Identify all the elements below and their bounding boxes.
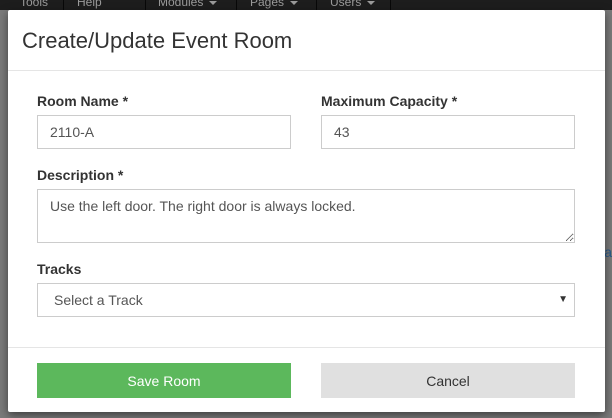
caret-down-icon — [367, 0, 376, 5]
nav-divider — [390, 0, 391, 10]
create-event-room-modal: Create/Update Event Room Room Name * Max… — [8, 10, 605, 412]
room-name-input[interactable] — [37, 115, 291, 149]
caret-down-icon — [290, 0, 299, 5]
nav-item-label: Help — [77, 0, 102, 9]
tracks-label: Tracks — [37, 261, 82, 277]
nav-divider — [316, 0, 317, 10]
nav-divider — [145, 0, 146, 10]
nav-item-label: Tools — [20, 0, 49, 9]
max-capacity-input[interactable] — [321, 115, 575, 149]
nav-item-label: Modules — [158, 0, 204, 9]
tracks-select[interactable]: Select a Track ▼ — [37, 283, 575, 317]
nav-item-pages[interactable]: Pages — [250, 0, 299, 10]
description-textarea[interactable]: Use the left door. The right door is alw… — [37, 189, 575, 243]
nav-divider — [63, 0, 64, 10]
max-capacity-label: Maximum Capacity * — [321, 93, 458, 109]
nav-item-label: Users — [330, 0, 362, 9]
nav-item-help[interactable]: Help — [77, 0, 102, 10]
nav-item-label: Pages — [250, 0, 285, 9]
description-label: Description * — [37, 167, 124, 183]
nav-item-users[interactable]: Users — [330, 0, 376, 10]
dropdown-arrow-icon: ▼ — [558, 294, 568, 305]
save-room-button[interactable]: Save Room — [37, 363, 291, 398]
nav-item-modules[interactable]: Modules — [158, 0, 218, 10]
modal-footer: Save Room Cancel — [8, 347, 605, 412]
nav-item-tools[interactable]: Tools — [20, 0, 48, 10]
modal-title: Create/Update Event Room — [22, 28, 293, 53]
cancel-button[interactable]: Cancel — [321, 363, 575, 398]
caret-down-icon — [209, 0, 218, 5]
background-link: a — [604, 244, 612, 260]
tracks-select-value: Select a Track — [54, 292, 143, 308]
modal-header: Create/Update Event Room — [8, 10, 605, 71]
background-navbar: Tools Help Modules Pages Users — [0, 0, 612, 10]
nav-divider — [236, 0, 237, 10]
room-name-label: Room Name * — [37, 93, 129, 109]
